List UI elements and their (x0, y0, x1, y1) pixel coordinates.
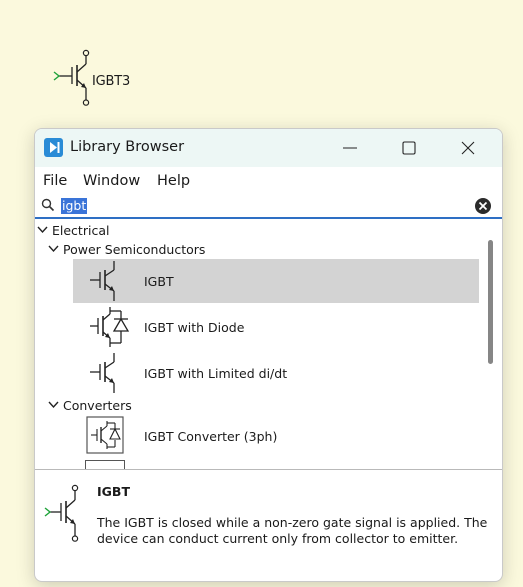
search-input-selected-text[interactable]: igbt (61, 198, 88, 214)
tree-item-partial-icon (85, 460, 125, 469)
tree-item-label: IGBT (144, 274, 174, 289)
menu-bar: File Window Help (35, 169, 502, 193)
chevron-down-icon[interactable] (48, 245, 59, 253)
tree-scrollbar[interactable] (483, 219, 497, 469)
tree-node-label: Electrical (52, 223, 110, 238)
scrollbar-thumb[interactable] (488, 240, 493, 364)
maximize-button[interactable] (386, 135, 432, 161)
window-title: Library Browser (70, 139, 185, 155)
title-bar[interactable]: Library Browser (35, 129, 502, 167)
library-browser-window: Library Browser File Window Help igbt El… (34, 128, 503, 582)
igbt-symbol-icon (44, 484, 79, 542)
description-text: The IGBT is closed while a non-zero gate… (97, 515, 488, 546)
search-input[interactable] (59, 197, 469, 214)
description-title: IGBT (97, 484, 130, 499)
maximize-icon (402, 141, 416, 155)
close-button[interactable] (445, 135, 491, 161)
tree-item-igbt-with-diode[interactable]: IGBT with Diode (73, 305, 479, 349)
search-icon (41, 198, 55, 212)
search-bar: igbt (35, 195, 502, 219)
igbt-symbol-icon (90, 261, 115, 301)
chevron-down-icon[interactable] (37, 226, 48, 234)
tree-node-label: Converters (63, 398, 132, 413)
menu-file[interactable]: File (43, 173, 67, 189)
chevron-down-icon[interactable] (48, 401, 59, 409)
library-tree: Electrical Power Semiconductors IGBT IGB… (35, 219, 502, 470)
tree-item-igbt-limited-didt[interactable]: IGBT with Limited di/dt (73, 351, 479, 395)
tree-item-label: IGBT with Limited di/dt (144, 366, 288, 381)
tree-item-igbt[interactable]: IGBT (73, 259, 479, 303)
tree-item-igbt-converter-3ph[interactable]: IGBT Converter (3ph) (73, 414, 479, 458)
menu-window[interactable]: Window (83, 173, 140, 189)
minimize-button[interactable] (327, 135, 373, 161)
tree-node-label: Power Semiconductors (63, 242, 206, 257)
tree-item-label: IGBT with Diode (144, 320, 245, 335)
igbt-diode-symbol-icon (90, 307, 130, 347)
description-panel: IGBT The IGBT is closed while a non-zero… (35, 471, 502, 581)
igbt-symbol-icon (90, 353, 115, 393)
minimize-icon (343, 147, 357, 149)
menu-help[interactable]: Help (157, 173, 190, 189)
close-icon (461, 141, 475, 155)
canvas-component-label: IGBT3 (92, 74, 131, 89)
tree-item-label: IGBT Converter (3ph) (144, 429, 278, 444)
library-browser-app-icon (44, 138, 63, 157)
igbt-converter-symbol-icon (86, 416, 124, 454)
clear-search-icon[interactable] (474, 197, 492, 215)
